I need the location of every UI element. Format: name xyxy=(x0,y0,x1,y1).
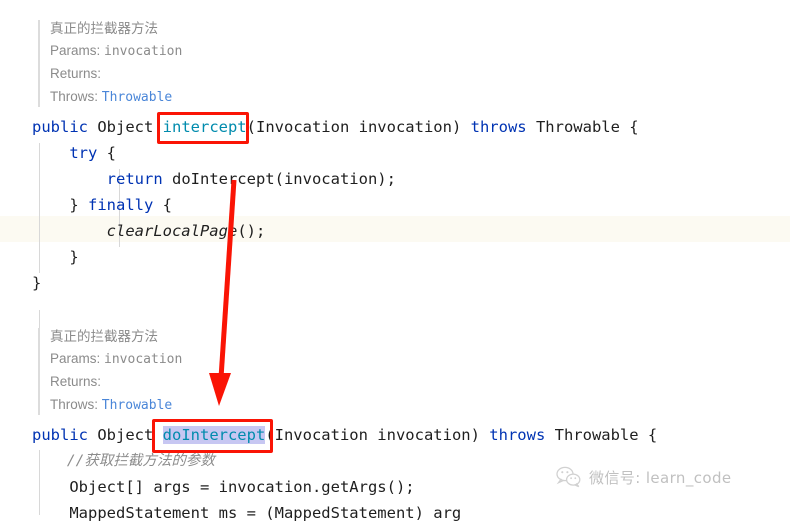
doc-returns-label: Returns: xyxy=(50,66,102,81)
doc-params-label: Params: xyxy=(50,43,101,58)
code-line-mappedstatement[interactable]: MappedStatement ms = (MappedStatement) a… xyxy=(32,500,461,526)
code-line-clearlocalpage[interactable]: clearLocalPage(); xyxy=(32,218,266,244)
doc-popup-dointercept: 真正的拦截器方法 Params: invocation Returns: Thr… xyxy=(38,326,290,417)
code-line-args[interactable]: Object[] args = invocation.getArgs(); xyxy=(32,474,414,500)
method-name-intercept[interactable]: intercept xyxy=(163,118,247,136)
throws-tail: Throwable { xyxy=(545,426,658,444)
doc-returns-row: Returns: xyxy=(50,63,290,86)
doc-params-row: Params: invocation xyxy=(50,40,290,63)
indent: } xyxy=(32,196,88,214)
indent-guide xyxy=(39,310,40,328)
doc-summary: 真正的拦截器方法 xyxy=(50,21,158,37)
kw-public: public xyxy=(32,118,88,136)
throws-tail: Throwable { xyxy=(526,118,639,136)
method-name-dointercept-selected[interactable]: doIntercept xyxy=(162,426,266,444)
kw-finally: finally xyxy=(88,196,154,214)
code-line-return-dointercept[interactable]: return doIntercept(invocation); xyxy=(32,166,396,192)
method-args: (Invocation invocation) xyxy=(246,118,471,136)
wechat-icon xyxy=(556,466,581,488)
doc-throws-value[interactable]: Throwable xyxy=(102,90,172,105)
code-line-signature-dointercept[interactable]: public Object doIntercept(Invocation inv… xyxy=(32,422,657,448)
doc-params-value: invocation xyxy=(104,352,183,367)
code-line-close-try[interactable]: } xyxy=(32,244,78,270)
code-line-finally[interactable]: } finally { xyxy=(32,192,172,218)
kw-throws: throws xyxy=(470,118,527,136)
kw-return: return xyxy=(106,170,163,188)
return-type: Object xyxy=(88,426,163,444)
doc-params-label: Params: xyxy=(50,351,101,366)
kw-try: try xyxy=(69,144,98,162)
doc-returns-row: Returns: xyxy=(50,371,290,394)
call-tail: (); xyxy=(237,222,266,240)
method-args: (Invocation invocation) xyxy=(265,426,490,444)
doc-returns-label: Returns: xyxy=(50,374,102,389)
finally-tail: { xyxy=(153,196,172,214)
doc-throws-row: Throws: Throwable xyxy=(50,86,290,109)
code-line-try[interactable]: try { xyxy=(32,140,116,166)
doc-params-value: invocation xyxy=(104,44,183,59)
watermark: 微信号: learn_code xyxy=(556,466,732,488)
doc-throws-row: Throws: Throwable xyxy=(50,394,290,417)
code-line-comment-cn[interactable]: //获取拦截方法的参数 xyxy=(32,448,215,474)
kw-public: public xyxy=(32,426,88,444)
doc-popup-intercept: 真正的拦截器方法 Params: invocation Returns: Thr… xyxy=(38,18,290,109)
doc-throws-value[interactable]: Throwable xyxy=(102,398,172,413)
code-editor-surface[interactable]: 真正的拦截器方法 Params: invocation Returns: Thr… xyxy=(0,0,790,522)
return-type: Object xyxy=(88,118,163,136)
doc-summary: 真正的拦截器方法 xyxy=(50,329,158,345)
try-tail: { xyxy=(97,144,116,162)
doc-throws-label: Throws: xyxy=(50,89,99,104)
watermark-text: 微信号: learn_code xyxy=(589,468,732,487)
return-expression: doIntercept(invocation); xyxy=(162,170,396,188)
call-clearlocalpage[interactable]: clearLocalPage xyxy=(107,222,238,240)
code-line-close-method[interactable]: } xyxy=(32,270,41,296)
kw-throws: throws xyxy=(489,426,546,444)
doc-throws-label: Throws: xyxy=(50,397,99,412)
code-line-signature-intercept[interactable]: public Object intercept(Invocation invoc… xyxy=(32,114,639,140)
doc-params-row: Params: invocation xyxy=(50,348,290,371)
